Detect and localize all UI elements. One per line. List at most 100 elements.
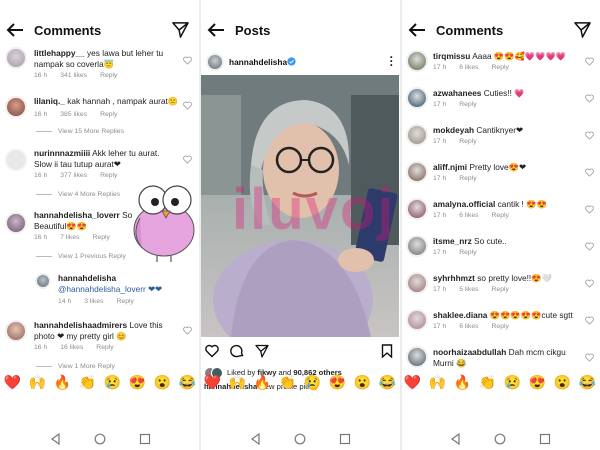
share-icon[interactable] <box>255 344 269 358</box>
avatar[interactable] <box>5 149 27 171</box>
avatar[interactable] <box>406 50 428 72</box>
view-replies-link[interactable]: View 4 More Replies <box>36 191 120 198</box>
emoji-reaction-button[interactable]: 😮 <box>554 374 571 396</box>
comment-text: tirqmissu Aaaa 😍😍🥰💗💗💗💗 <box>433 51 567 61</box>
reply-link[interactable]: Reply <box>100 172 117 179</box>
nav-home-icon[interactable] <box>294 433 306 445</box>
emoji-reaction-button[interactable]: 😍 <box>529 374 546 396</box>
emoji-reaction-button[interactable]: 😂 <box>579 374 596 396</box>
heart-icon[interactable] <box>183 56 192 65</box>
emoji-reaction-button[interactable]: 🙌 <box>29 374 46 396</box>
like-heart-icon[interactable] <box>205 344 219 358</box>
emoji-reaction-button[interactable]: 😮 <box>354 374 371 396</box>
comment-text: syhrhhmzt so pretty love!!😍🤍 <box>433 273 552 283</box>
avatar[interactable] <box>5 320 27 342</box>
reply-link[interactable]: Reply <box>93 234 110 241</box>
emoji-reaction-button[interactable]: 😍 <box>129 374 146 396</box>
reply-link[interactable]: Reply <box>492 64 509 71</box>
view-replies-link[interactable]: View 15 More Replies <box>36 128 124 135</box>
heart-icon[interactable] <box>585 205 594 214</box>
heart-icon[interactable] <box>183 155 192 164</box>
emoji-reaction-button[interactable]: ❤️ <box>204 374 221 396</box>
back-arrow-icon[interactable] <box>5 20 25 40</box>
comment-icon[interactable] <box>230 344 244 358</box>
emoji-reaction-button[interactable]: 😍 <box>329 374 346 396</box>
heart-icon[interactable] <box>585 94 594 103</box>
avatar[interactable] <box>5 96 27 118</box>
emoji-reaction-button[interactable]: 👏 <box>79 374 96 396</box>
emoji-reaction-button[interactable]: ❤️ <box>404 374 421 396</box>
post-username[interactable]: hannahdelisha <box>229 57 287 67</box>
emoji-reaction-button[interactable]: 😂 <box>379 374 396 396</box>
emoji-reaction-button[interactable]: 😢 <box>304 374 321 396</box>
avatar[interactable] <box>406 309 428 331</box>
comment-meta: 16 h 385 likes Reply <box>34 111 118 118</box>
emoji-reaction-button[interactable]: 🔥 <box>54 374 71 396</box>
reply-link[interactable]: Reply <box>459 101 476 108</box>
avatar[interactable] <box>5 212 27 234</box>
direct-message-icon[interactable] <box>574 21 591 38</box>
heart-icon[interactable] <box>183 101 192 110</box>
comment-text: itsme_nrz So cute.. <box>433 236 507 246</box>
heart-icon[interactable] <box>183 326 192 335</box>
emoji-reaction-button[interactable]: 👏 <box>279 374 296 396</box>
heart-icon[interactable] <box>585 242 594 251</box>
reply-link[interactable]: Reply <box>492 323 509 330</box>
view-replies-link[interactable]: View 1 More Reply <box>36 363 115 370</box>
avatar[interactable] <box>35 273 51 289</box>
comment-meta: 17 h6 likes Reply <box>433 64 509 71</box>
nav-recents-icon[interactable] <box>339 433 351 445</box>
avatar[interactable] <box>406 124 428 146</box>
reply-link[interactable]: Reply <box>117 298 134 305</box>
emoji-reaction-button[interactable]: ❤️ <box>4 374 21 396</box>
heart-icon[interactable] <box>585 168 594 177</box>
avatar[interactable] <box>406 235 428 257</box>
heart-icon[interactable] <box>585 57 594 66</box>
nav-recents-icon[interactable] <box>539 433 551 445</box>
emoji-reaction-button[interactable]: 👏 <box>479 374 496 396</box>
reply-link[interactable]: Reply <box>459 138 476 145</box>
avatar[interactable] <box>206 53 224 71</box>
back-arrow-icon[interactable] <box>407 20 427 40</box>
nav-back-icon[interactable] <box>50 433 62 445</box>
reply-link[interactable]: Reply <box>100 72 117 79</box>
more-options-icon[interactable]: ... <box>390 48 393 68</box>
direct-message-icon[interactable] <box>172 21 189 38</box>
nav-back-icon[interactable] <box>250 433 262 445</box>
avatar[interactable] <box>406 346 428 368</box>
nav-home-icon[interactable] <box>94 433 106 445</box>
avatar[interactable] <box>406 87 428 109</box>
avatar[interactable] <box>406 198 428 220</box>
bookmark-icon[interactable] <box>381 344 393 358</box>
heart-icon[interactable] <box>585 279 594 288</box>
nav-home-icon[interactable] <box>494 433 506 445</box>
emoji-reaction-button[interactable]: 😂 <box>179 374 196 396</box>
heart-icon[interactable] <box>585 131 594 140</box>
heart-icon[interactable] <box>585 353 594 362</box>
back-arrow-icon[interactable] <box>206 20 226 40</box>
avatar[interactable] <box>406 272 428 294</box>
emoji-reaction-button[interactable]: 😮 <box>154 374 171 396</box>
emoji-reaction-button[interactable]: 🙌 <box>429 374 446 396</box>
reply-text: hannahdelisha @hannahdelisha_loverr ❤❤ <box>58 273 162 294</box>
heart-icon[interactable] <box>585 316 594 325</box>
emoji-reaction-button[interactable]: 🔥 <box>454 374 471 396</box>
avatar[interactable] <box>406 161 428 183</box>
comment-text: nurinnnazmiiii Akk leher tu aurat. Slow … <box>34 148 160 169</box>
emoji-reaction-button[interactable]: 🙌 <box>229 374 246 396</box>
comment-text: hannahdelishaadmirers Love this photo ❤ … <box>34 320 163 341</box>
reply-link[interactable]: Reply <box>100 111 117 118</box>
emoji-reaction-button[interactable]: 😢 <box>104 374 121 396</box>
emoji-reaction-button[interactable]: 🔥 <box>254 374 271 396</box>
view-replies-link[interactable]: View 1 Previous Reply <box>36 253 126 260</box>
nav-back-icon[interactable] <box>450 433 462 445</box>
page-title: Comments <box>436 23 504 38</box>
reply-link[interactable]: Reply <box>459 175 476 182</box>
nav-recents-icon[interactable] <box>139 433 151 445</box>
reply-link[interactable]: Reply <box>492 286 509 293</box>
reply-link[interactable]: Reply <box>96 344 113 351</box>
reply-link[interactable]: Reply <box>492 212 509 219</box>
emoji-reaction-button[interactable]: 😢 <box>504 374 521 396</box>
reply-link[interactable]: Reply <box>459 249 476 256</box>
avatar[interactable] <box>5 47 27 69</box>
